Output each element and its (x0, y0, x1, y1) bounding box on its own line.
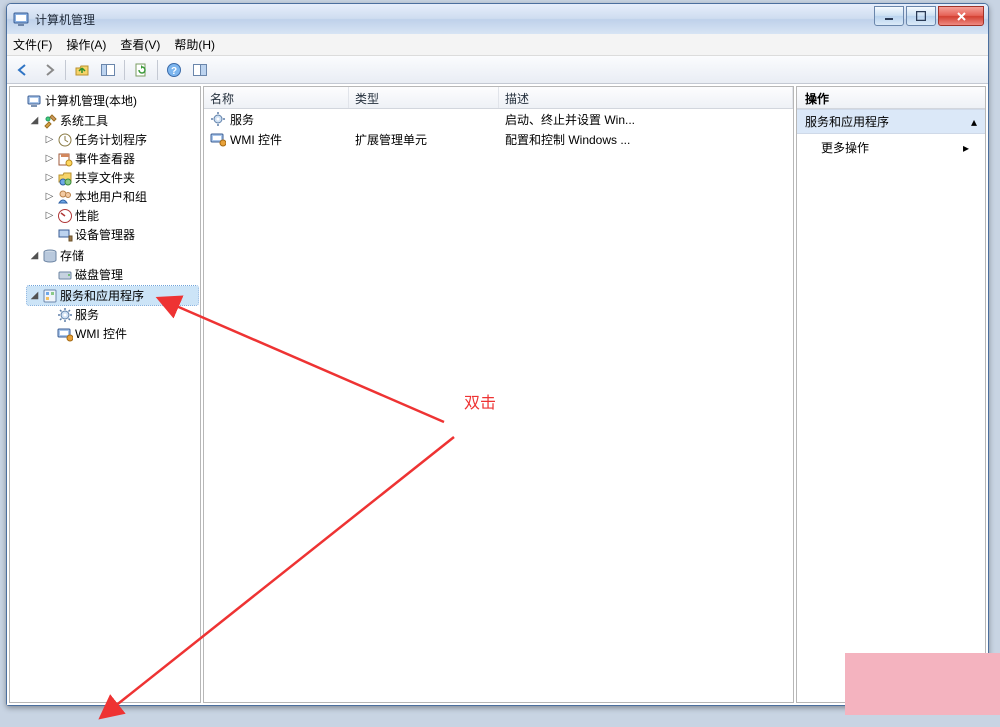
cell-desc: 配置和控制 Windows ... (499, 131, 793, 148)
menu-help[interactable]: 帮助(H) (174, 36, 215, 53)
collapse-icon[interactable]: ▷ (44, 134, 55, 145)
tree-label: 设备管理器 (75, 226, 135, 243)
tree-wmi-control[interactable]: WMI 控件 (42, 324, 198, 343)
forward-button[interactable] (37, 58, 61, 82)
performance-icon (57, 208, 73, 224)
actions-panel: 操作 服务和应用程序 ▴ 更多操作 ▸ (796, 86, 986, 703)
tree-local-users[interactable]: ▷ 本地用户和组 (42, 187, 198, 206)
list-header: 名称 类型 描述 (204, 87, 793, 109)
gear-icon (210, 111, 226, 127)
expand-icon[interactable]: ◢ (29, 115, 40, 126)
column-type[interactable]: 类型 (349, 87, 499, 108)
list-row-services[interactable]: 服务 启动、终止并设置 Win... (204, 109, 793, 129)
collapse-icon[interactable]: ▷ (44, 172, 55, 183)
titlebar[interactable]: 计算机管理 (7, 4, 988, 34)
expand-icon[interactable]: ◢ (29, 290, 40, 301)
chevron-right-icon: ▸ (963, 141, 969, 155)
tree-task-scheduler[interactable]: ▷ 任务计划程序 (42, 130, 198, 149)
tree-performance[interactable]: ▷ 性能 (42, 206, 198, 225)
tree-label: 存储 (60, 247, 84, 264)
navigation-tree-panel: 计算机管理(本地) ◢ 系统工具 (9, 86, 201, 703)
menu-action[interactable]: 操作(A) (66, 36, 106, 53)
services-apps-icon (42, 288, 58, 304)
help-button[interactable]: ? (162, 58, 186, 82)
up-level-button[interactable] (70, 58, 94, 82)
tree-device-manager[interactable]: 设备管理器 (42, 225, 198, 244)
actions-more[interactable]: 更多操作 ▸ (797, 134, 985, 161)
computer-icon (27, 93, 43, 109)
tree-disk-management[interactable]: 磁盘管理 (42, 265, 198, 284)
minimize-button[interactable] (874, 6, 904, 26)
wmi-icon (210, 131, 226, 147)
tree-label: 服务 (75, 306, 99, 323)
tree-event-viewer[interactable]: ▷ 事件查看器 (42, 149, 198, 168)
collapse-icon[interactable]: ▷ (44, 191, 55, 202)
properties-button[interactable] (188, 58, 212, 82)
tree-label: WMI 控件 (75, 325, 127, 342)
watermark-block (845, 653, 1000, 715)
show-hide-tree-button[interactable] (96, 58, 120, 82)
storage-icon (42, 248, 58, 264)
tree-label: 系统工具 (60, 112, 108, 129)
tree-label: 事件查看器 (75, 150, 135, 167)
device-icon (57, 227, 73, 243)
tree-label: 性能 (75, 207, 99, 224)
expand-icon[interactable]: ◢ (29, 250, 40, 261)
navigation-tree[interactable]: 计算机管理(本地) ◢ 系统工具 (10, 87, 200, 348)
collapse-icon[interactable]: ▷ (44, 210, 55, 221)
back-button[interactable] (11, 58, 35, 82)
maximize-button[interactable] (906, 6, 936, 26)
cell-desc: 启动、终止并设置 Win... (499, 111, 793, 128)
actions-header: 操作 (797, 87, 985, 109)
event-icon (57, 151, 73, 167)
window-title: 计算机管理 (35, 11, 874, 28)
toolbar-separator (157, 60, 158, 80)
shared-folder-icon (57, 170, 73, 186)
column-desc[interactable]: 描述 (499, 87, 793, 108)
tree-services[interactable]: 服务 (42, 305, 198, 324)
actions-more-label: 更多操作 (821, 139, 869, 156)
menubar: 文件(F) 操作(A) 查看(V) 帮助(H) (7, 34, 988, 56)
clock-icon (57, 132, 73, 148)
app-icon (13, 11, 29, 27)
wmi-icon (57, 326, 73, 342)
cell-name: 服务 (230, 111, 254, 128)
cell-name: WMI 控件 (230, 131, 282, 148)
cell-type: 扩展管理单元 (349, 131, 499, 148)
tools-icon (42, 113, 58, 129)
tree-root[interactable]: 计算机管理(本地) (12, 91, 198, 110)
gear-icon (57, 307, 73, 323)
app-window: 计算机管理 文件(F) 操作(A) 查看(V) 帮助(H) (6, 3, 989, 706)
tree-label: 计算机管理(本地) (45, 92, 137, 109)
collapse-icon[interactable]: ▷ (44, 153, 55, 164)
tree-label: 本地用户和组 (75, 188, 147, 205)
toolbar-separator (65, 60, 66, 80)
tree-services-apps[interactable]: ◢ 服务和应用程序 (27, 286, 198, 305)
actions-section-label: 服务和应用程序 (805, 113, 889, 130)
tree-label: 共享文件夹 (75, 169, 135, 186)
tree-shared-folders[interactable]: ▷ 共享文件夹 (42, 168, 198, 187)
toolbar: ? (7, 56, 988, 84)
workspace: 计算机管理(本地) ◢ 系统工具 (7, 84, 988, 705)
tree-label: 服务和应用程序 (60, 287, 144, 304)
list-row-wmi[interactable]: WMI 控件 扩展管理单元 配置和控制 Windows ... (204, 129, 793, 149)
svg-text:?: ? (171, 66, 177, 77)
refresh-button[interactable] (129, 58, 153, 82)
tree-label: 磁盘管理 (75, 266, 123, 283)
actions-section[interactable]: 服务和应用程序 ▴ (797, 109, 985, 134)
chevron-up-icon: ▴ (971, 115, 977, 129)
disk-icon (57, 267, 73, 283)
column-name[interactable]: 名称 (204, 87, 349, 108)
tree-system-tools[interactable]: ◢ 系统工具 (27, 111, 198, 130)
users-icon (57, 189, 73, 205)
menu-file[interactable]: 文件(F) (13, 36, 52, 53)
list-body[interactable]: 服务 启动、终止并设置 Win... WMI 控件 扩展管理单元 配置和控制 W… (204, 109, 793, 702)
tree-storage[interactable]: ◢ 存储 (27, 246, 198, 265)
menu-view[interactable]: 查看(V) (120, 36, 160, 53)
toolbar-separator (124, 60, 125, 80)
close-button[interactable] (938, 6, 984, 26)
list-panel: 名称 类型 描述 服务 启动、终止并设置 Win... WMI 控件 (203, 86, 794, 703)
tree-label: 任务计划程序 (75, 131, 147, 148)
